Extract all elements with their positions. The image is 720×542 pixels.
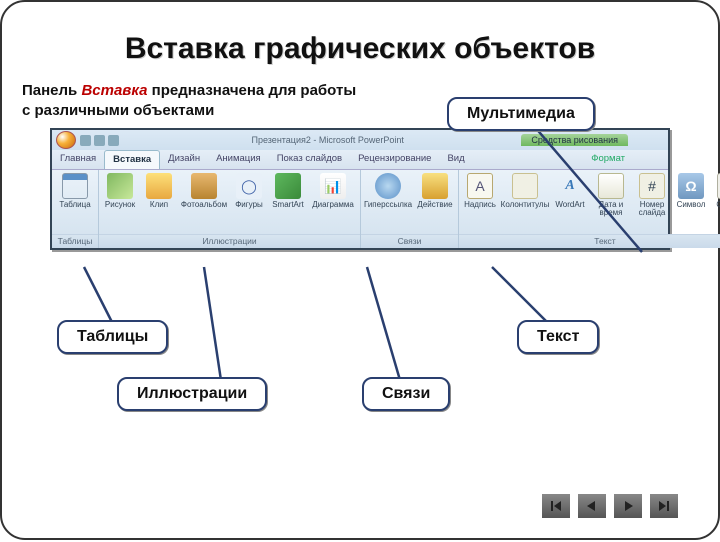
group-illustrations: Рисунок Клип Фотоальбом ◯Фигуры SmartArt… — [99, 170, 361, 248]
tab-slideshow: Показ слайдов — [269, 150, 350, 169]
action-icon — [422, 173, 448, 199]
nav-buttons — [542, 494, 678, 518]
document-title: Презентация2 - Microsoft PowerPoint — [134, 135, 521, 145]
group-label-text: Текст — [459, 234, 720, 248]
slide-title: Вставка графических объектов — [22, 32, 698, 66]
nav-next-button[interactable] — [614, 494, 642, 518]
slide-frame: Вставка графических объектов Панель Вста… — [0, 0, 720, 540]
tab-view: Вид — [439, 150, 472, 169]
skip-back-icon — [549, 499, 563, 513]
date-icon — [598, 173, 624, 199]
btn-headerfooter: Колонтитулы — [500, 173, 550, 209]
quick-access-toolbar — [80, 135, 119, 146]
btn-action: Действие — [414, 173, 456, 209]
btn-clip: Клип — [140, 173, 178, 209]
tab-home: Главная — [52, 150, 104, 169]
slide-number-icon: # — [639, 173, 665, 199]
btn-datetime: Дата и время — [590, 173, 632, 218]
textbox-icon: A — [467, 173, 493, 199]
callout-text: Текст — [517, 320, 599, 354]
powerpoint-ribbon-screenshot: Презентация2 - Microsoft PowerPoint Сред… — [50, 128, 670, 250]
btn-picture: Рисунок — [101, 173, 139, 209]
btn-slidenum: #Номер слайда — [633, 173, 671, 218]
smartart-icon — [275, 173, 301, 199]
tab-format: Формат — [583, 150, 633, 169]
wordart-icon: A — [557, 173, 583, 199]
group-label-illus: Иллюстрации — [99, 234, 360, 248]
ribbon-tabs: Главная Вставка Дизайн Анимация Показ сл… — [52, 150, 668, 170]
shapes-icon: ◯ — [236, 173, 262, 199]
arrow-right-icon — [621, 499, 635, 513]
symbol-icon: Ω — [678, 173, 704, 199]
nav-prev-button[interactable] — [578, 494, 606, 518]
tab-review: Рецензирование — [350, 150, 439, 169]
btn-wordart: AWordArt — [551, 173, 589, 209]
chart-icon: 📊 — [320, 173, 346, 199]
contextual-tab-label: Средства рисования — [521, 134, 628, 146]
group-text: AНадпись Колонтитулы AWordArt Дата и вре… — [459, 170, 720, 248]
tab-design: Дизайн — [160, 150, 208, 169]
skip-forward-icon — [657, 499, 671, 513]
tab-insert: Вставка — [104, 150, 160, 169]
group-label-links: Связи — [361, 234, 458, 248]
group-links: Гиперссылка Действие Связи — [361, 170, 459, 248]
btn-table: Таблица — [54, 173, 96, 209]
photo-album-icon — [191, 173, 217, 199]
clipart-icon — [146, 173, 172, 199]
nav-first-button[interactable] — [542, 494, 570, 518]
picture-icon — [107, 173, 133, 199]
btn-hyperlink: Гиперссылка — [363, 173, 413, 209]
hyperlink-icon — [375, 173, 401, 199]
btn-shapes: ◯Фигуры — [230, 173, 268, 209]
window-titlebar: Презентация2 - Microsoft PowerPoint Сред… — [52, 130, 668, 150]
group-label-tables: Таблицы — [52, 234, 98, 248]
btn-chart: 📊Диаграмма — [308, 173, 358, 209]
btn-object: Объект — [711, 173, 720, 209]
table-icon — [62, 173, 88, 199]
office-orb-icon — [56, 131, 76, 149]
tab-animation: Анимация — [208, 150, 269, 169]
callout-multimedia: Мультимедиа — [447, 97, 595, 131]
header-footer-icon — [512, 173, 538, 199]
btn-textbox: AНадпись — [461, 173, 499, 209]
group-tables: Таблица Таблицы — [52, 170, 99, 248]
arrow-left-icon — [585, 499, 599, 513]
slide-subtitle: Панель Вставка предназначена для работы … — [22, 81, 362, 120]
nav-last-button[interactable] — [650, 494, 678, 518]
btn-symbol: ΩСимвол — [672, 173, 710, 209]
btn-album: Фотоальбом — [179, 173, 229, 209]
callout-links: Связи — [362, 377, 450, 411]
btn-smartart: SmartArt — [269, 173, 307, 209]
callout-tables: Таблицы — [57, 320, 168, 354]
ribbon-body: Таблица Таблицы Рисунок Клип Фотоальбом … — [52, 170, 668, 248]
callout-illustrations: Иллюстрации — [117, 377, 267, 411]
